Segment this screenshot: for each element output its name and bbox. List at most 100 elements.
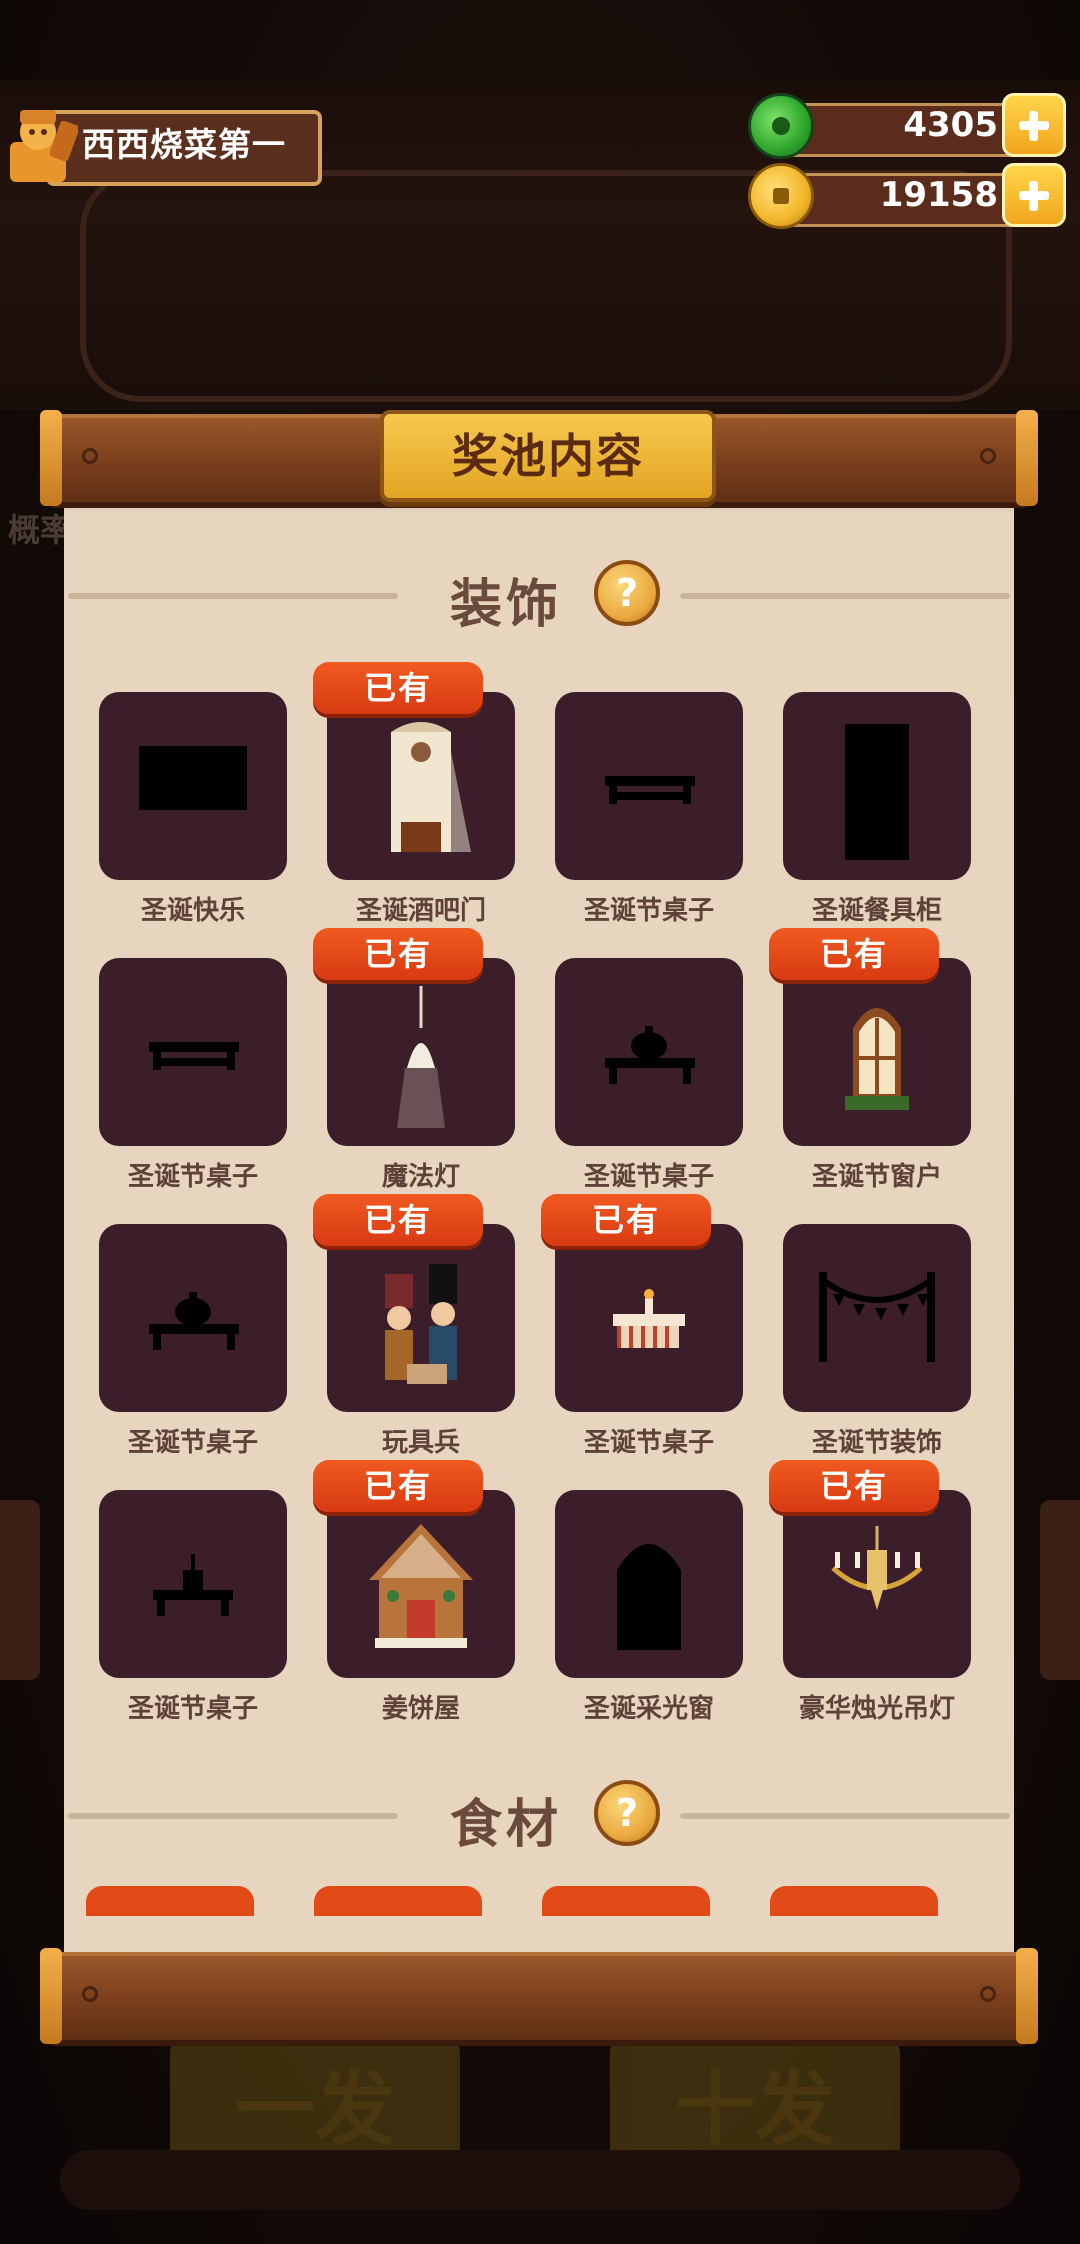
item-tile bbox=[327, 958, 515, 1146]
section-divider-left bbox=[68, 593, 398, 599]
item-tile bbox=[783, 1224, 971, 1412]
rod-nail-icon bbox=[980, 1986, 996, 2002]
item-tile bbox=[99, 958, 287, 1146]
panel-title-plate: 奖池内容 bbox=[380, 410, 716, 502]
section-title-ingredients: 食材 bbox=[450, 1795, 563, 1855]
item-tile bbox=[327, 1490, 515, 1678]
owned-badge: 已有 bbox=[313, 928, 483, 980]
panel-title: 奖池内容 bbox=[452, 429, 644, 483]
table-teapot-icon bbox=[605, 1026, 695, 1084]
item-label: 圣诞节窗户 bbox=[811, 1162, 942, 1192]
owned-badge-label: 已有 bbox=[819, 935, 888, 973]
owned-badge-label: 已有 bbox=[819, 1467, 888, 1505]
scroll-bottom-rod bbox=[40, 1948, 1038, 2044]
bar-door-icon bbox=[391, 722, 471, 852]
banner-icon bbox=[139, 746, 247, 810]
garland-icon bbox=[819, 1272, 935, 1362]
owned-badge: 已有 bbox=[769, 1460, 939, 1512]
item-label: 圣诞节装饰 bbox=[811, 1428, 942, 1458]
item-label: 圣诞酒吧门 bbox=[355, 896, 486, 926]
decoration-help-button[interactable]: ? bbox=[594, 560, 660, 626]
table-icon bbox=[149, 1042, 239, 1070]
owned-badge: 已有 bbox=[313, 1194, 483, 1246]
item-tile bbox=[99, 692, 287, 880]
add-jade-button[interactable] bbox=[1002, 93, 1066, 157]
item-tile bbox=[555, 1224, 743, 1412]
item-tile bbox=[555, 692, 743, 880]
ingredient-badge-peek bbox=[770, 1886, 938, 1916]
gold-coin-icon bbox=[748, 163, 814, 229]
jade-amount: 4305 bbox=[903, 105, 998, 145]
rod-cap-right bbox=[1016, 410, 1038, 506]
window-icon bbox=[845, 1008, 909, 1110]
table-candle-icon bbox=[153, 1554, 233, 1616]
item-tile bbox=[555, 958, 743, 1146]
gingerbread-house-icon bbox=[369, 1524, 473, 1648]
add-gold-button[interactable] bbox=[1002, 163, 1066, 227]
ingredient-badge-peek bbox=[542, 1886, 710, 1916]
player-avatar-icon bbox=[10, 110, 78, 182]
rod-cap-right bbox=[1016, 1948, 1038, 2044]
section-header-decoration: 装饰 ? bbox=[64, 560, 1014, 635]
background-probability-hint: 概率 bbox=[8, 511, 73, 549]
cupboard-icon bbox=[845, 724, 909, 860]
item-tile bbox=[327, 1224, 515, 1412]
ingredient-badge-peek bbox=[86, 1886, 254, 1916]
owned-badge-label: 已有 bbox=[363, 1467, 432, 1505]
chandelier-icon bbox=[831, 1526, 923, 1610]
ingredient-badge-peek bbox=[314, 1886, 482, 1916]
prize-pool-panel[interactable]: 装饰 ? 圣诞快乐 已有 圣诞酒吧门 圣诞节桌子 圣诞餐具柜 圣诞节桌子 已有 魔法灯 圣诞节桌… bbox=[64, 498, 1014, 1958]
item-label: 圣诞节桌子 bbox=[127, 1428, 258, 1458]
ingredients-help-button[interactable]: ? bbox=[594, 1780, 660, 1846]
owned-badge: 已有 bbox=[313, 662, 483, 714]
jade-coin-icon bbox=[748, 93, 814, 159]
section-title-decoration: 装饰 bbox=[450, 575, 563, 635]
rod-nail-icon bbox=[82, 448, 98, 464]
magic-lamp-icon bbox=[397, 986, 445, 1128]
jade-currency-bar: 4305 bbox=[748, 93, 1066, 159]
item-label: 圣诞节桌子 bbox=[583, 1162, 714, 1192]
item-tile bbox=[783, 958, 971, 1146]
item-label: 圣诞采光窗 bbox=[583, 1694, 714, 1724]
item-label: 魔法灯 bbox=[381, 1162, 460, 1192]
section-divider-left bbox=[68, 1813, 398, 1819]
skylight-window-icon bbox=[617, 1544, 681, 1650]
section-divider-right bbox=[680, 593, 1010, 599]
gold-amount: 19158 bbox=[879, 175, 998, 215]
item-label: 圣诞节桌子 bbox=[127, 1694, 258, 1724]
rod-nail-icon bbox=[980, 448, 996, 464]
table-teapot-icon bbox=[149, 1292, 239, 1350]
item-label: 圣诞节桌子 bbox=[127, 1162, 258, 1192]
owned-badge-label: 已有 bbox=[591, 1201, 660, 1239]
candle-table-icon bbox=[613, 1289, 685, 1348]
item-tile bbox=[99, 1224, 287, 1412]
rod-cap-left bbox=[40, 1948, 62, 2044]
owned-badge: 已有 bbox=[769, 928, 939, 980]
player-name: 西西烧菜第一 bbox=[82, 125, 286, 164]
item-tile bbox=[555, 1490, 743, 1678]
owned-badge-label: 已有 bbox=[363, 669, 432, 707]
item-tile bbox=[783, 1490, 971, 1678]
item-label: 圣诞餐具柜 bbox=[811, 896, 942, 926]
owned-badge-label: 已有 bbox=[363, 1201, 432, 1239]
background-bottom-bar bbox=[60, 2150, 1020, 2210]
item-label: 圣诞节桌子 bbox=[583, 896, 714, 926]
item-label: 豪华烛光吊灯 bbox=[798, 1694, 955, 1724]
background-side-right bbox=[1040, 1500, 1080, 1680]
item-tile bbox=[783, 692, 971, 880]
item-label: 圣诞节桌子 bbox=[583, 1428, 714, 1458]
item-tile bbox=[327, 692, 515, 880]
section-divider-right bbox=[680, 1813, 1010, 1819]
section-header-ingredients: 食材 ? bbox=[64, 1780, 1014, 1855]
owned-badge-label: 已有 bbox=[363, 935, 432, 973]
rod-nail-icon bbox=[82, 1986, 98, 2002]
owned-badge: 已有 bbox=[313, 1460, 483, 1512]
background-side-left bbox=[0, 1500, 40, 1680]
gold-currency-bar: 19158 bbox=[748, 163, 1066, 229]
owned-badge: 已有 bbox=[541, 1194, 711, 1246]
toy-soldier-icon bbox=[385, 1264, 457, 1384]
player-profile[interactable]: 西西烧菜第一 bbox=[6, 102, 322, 186]
item-label: 姜饼屋 bbox=[381, 1694, 460, 1724]
item-label: 玩具兵 bbox=[381, 1428, 460, 1458]
rod-cap-left bbox=[40, 410, 62, 506]
